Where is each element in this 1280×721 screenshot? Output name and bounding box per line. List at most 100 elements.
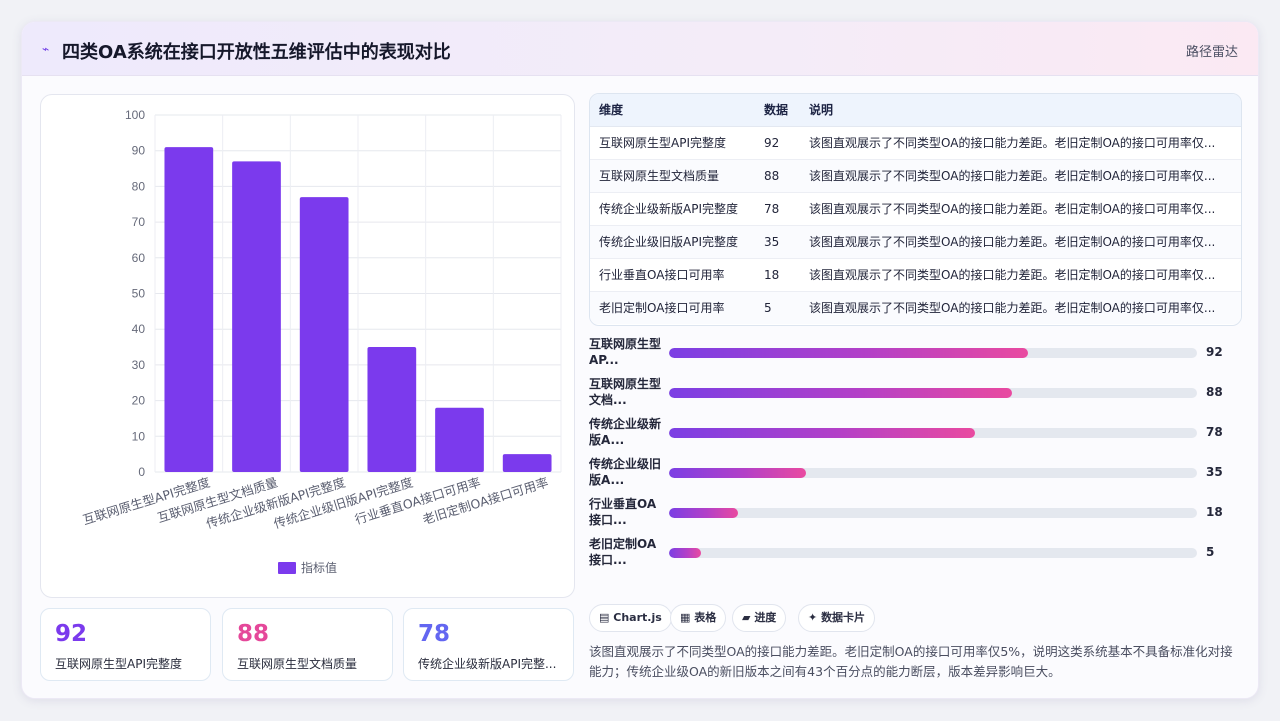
chip-chartjs[interactable]: ▤ Chart.js [589,604,672,632]
chip-progress[interactable]: ▰ 进度 [732,604,787,632]
cell-description: 该图直观展示了不同类型OA的接口能力差距。老旧定制OA的接口可用率仅... [800,192,1241,226]
chart-bar [435,407,484,472]
cell-dimension: 传统企业级旧版API完整度 [590,225,755,259]
kpi-card: 78 传统企业级新版API完整... [403,608,574,681]
progress-fill [669,388,1013,398]
y-tick-label: 50 [132,287,146,301]
progress-value: 88 [1206,385,1223,399]
progress-track [669,348,1197,358]
kpi-value: 92 [55,621,88,647]
progress-value: 35 [1206,465,1223,479]
table-icon: ▦ [680,611,691,624]
progress-label: 行业垂直OA 接口... [589,497,657,527]
y-tick-label: 20 [132,394,146,408]
column-header-dimension[interactable]: 维度 [590,94,755,127]
cell-dimension: 老旧定制OA接口可用率 [590,291,755,324]
progress-fill [669,548,701,558]
progress-label: 传统企业级旧 版A... [589,457,662,487]
cell-dimension: 互联网原生型API完整度 [590,126,755,160]
kpi-label: 互联网原生型文档质量 [237,657,358,671]
progress-row: 传统企业级旧 版A... 35 [589,454,1242,494]
progress-fill [669,508,738,518]
kpi-card: 88 互联网原生型文档质量 [222,608,393,681]
progress-value: 18 [1206,505,1223,519]
cell-dimension: 行业垂直OA接口可用率 [590,258,755,292]
header-bar: ⌁ 四类OA系统在接口开放性五维评估中的表现对比 路径雷达 [22,22,1258,76]
chip-table[interactable]: ▦ 表格 [670,604,727,632]
cell-dimension: 互联网原生型文档质量 [590,159,755,193]
progress-value: 5 [1206,545,1215,559]
table-row[interactable]: 互联网原生型文档质量 88 该图直观展示了不同类型OA的接口能力差距。老旧定制O… [590,159,1241,193]
trend-icon: ⌁ [42,42,50,56]
cell-description: 该图直观展示了不同类型OA的接口能力差距。老旧定制OA的接口可用率仅... [800,258,1241,292]
data-table: 维度 数据 说明 互联网原生型API完整度 92 该图直观展示了不同类型OA的接… [589,93,1242,326]
progress-track [669,468,1197,478]
progress-label: 互联网原生型 文档... [589,377,662,407]
y-tick-label: 90 [132,144,146,158]
progress-fill [669,348,1029,358]
progress-row: 老旧定制OA 接口... 5 [589,534,1242,574]
card-icon: ✦ [808,611,818,624]
legend-swatch [278,562,296,574]
legend-label: 指标值 [301,560,337,575]
y-tick-label: 100 [125,108,145,122]
chart-bar [367,347,417,472]
progress-row: 行业垂直OA 接口... 18 [589,494,1242,534]
chart-bar [299,197,349,473]
kpi-label: 互联网原生型API完整度 [55,657,182,671]
progress-label: 传统企业级新 版A... [589,417,662,447]
header-tag[interactable]: 路径雷达 [1186,41,1238,60]
table-row[interactable]: 传统企业级旧版API完整度 35 该图直观展示了不同类型OA的接口能力差距。老旧… [590,225,1241,259]
progress-value: 92 [1206,345,1223,359]
kpi-value: 88 [237,621,270,647]
y-tick-label: 60 [132,251,146,265]
bar-chart: 0102030405060708090100互联网原生型API完整度互联网原生型… [81,108,562,575]
y-tick-label: 40 [132,322,146,336]
chart-icon: ▤ [599,611,610,624]
progress-label: 互联网原生型 AP... [589,337,662,367]
progress-track [669,428,1197,438]
kpi-value: 78 [418,621,451,647]
chip-data-card[interactable]: ✦ 数据卡片 [798,604,876,632]
y-tick-label: 0 [138,465,145,479]
progress-label: 老旧定制OA 接口... [589,537,657,567]
chart-bar [502,454,552,472]
bar-chart-panel: 0 10 20 30 40 50 60 70 80 90 100 互联网原生型API完整度 互联网原生型… [40,94,575,598]
column-header-value[interactable]: 数据 [755,94,800,127]
main-card: ⌁ 四类OA系统在接口开放性五维评估中的表现对比 路径雷达 0 10 20 30 40 5… [21,21,1259,699]
progress-fill [669,428,976,438]
cell-description: 该图直观展示了不同类型OA的接口能力差距。老旧定制OA的接口可用率仅... [800,291,1241,324]
cell-dimension: 传统企业级新版API完整度 [590,192,755,226]
summary-text: 该图直观展示了不同类型OA的接口能力差距。老旧定制OA的接口可用率仅5%，说明这… [589,644,1233,679]
table-row[interactable]: 互联网原生型API完整度 92 该图直观展示了不同类型OA的接口能力差距。老旧定… [590,126,1241,160]
chart-bar [164,147,214,472]
kpi-label: 传统企业级新版API完整... [418,657,557,671]
progress-row: 传统企业级新 版A... 78 [589,414,1242,454]
cell-value: 88 [755,159,800,193]
cell-description: 该图直观展示了不同类型OA的接口能力差距。老旧定制OA的接口可用率仅... [800,159,1241,193]
cell-value: 5 [755,291,800,324]
y-tick-label: 30 [132,358,146,372]
y-tick-label: 70 [132,215,146,229]
progress-icon: ▰ [742,611,751,624]
progress-track [669,508,1197,518]
table-row[interactable]: 行业垂直OA接口可用率 18 该图直观展示了不同类型OA的接口能力差距。老旧定制… [590,258,1241,292]
progress-value: 78 [1206,425,1223,439]
chart-bar [232,161,281,472]
column-header-description[interactable]: 说明 [800,94,1241,127]
progress-fill [669,468,807,478]
y-tick-label: 80 [132,179,146,193]
kpi-card: 92 互联网原生型API完整度 [40,608,211,681]
page-title: 四类OA系统在接口开放性五维评估中的表现对比 [62,42,451,63]
table-row[interactable]: 传统企业级新版API完整度 78 该图直观展示了不同类型OA的接口能力差距。老旧… [590,192,1241,226]
table-row[interactable]: 老旧定制OA接口可用率 5 该图直观展示了不同类型OA的接口能力差距。老旧定制O… [590,291,1241,324]
progress-row: 互联网原生型 AP... 92 [589,334,1242,374]
progress-track [669,388,1197,398]
cell-description: 该图直观展示了不同类型OA的接口能力差距。老旧定制OA的接口可用率仅... [800,126,1241,160]
cell-value: 92 [755,126,800,160]
y-tick-label: 10 [132,429,146,443]
progress-track [669,548,1197,558]
table-header-row: 维度 数据 说明 [590,94,1241,127]
cell-value: 18 [755,258,800,292]
cell-description: 该图直观展示了不同类型OA的接口能力差距。老旧定制OA的接口可用率仅... [800,225,1241,259]
